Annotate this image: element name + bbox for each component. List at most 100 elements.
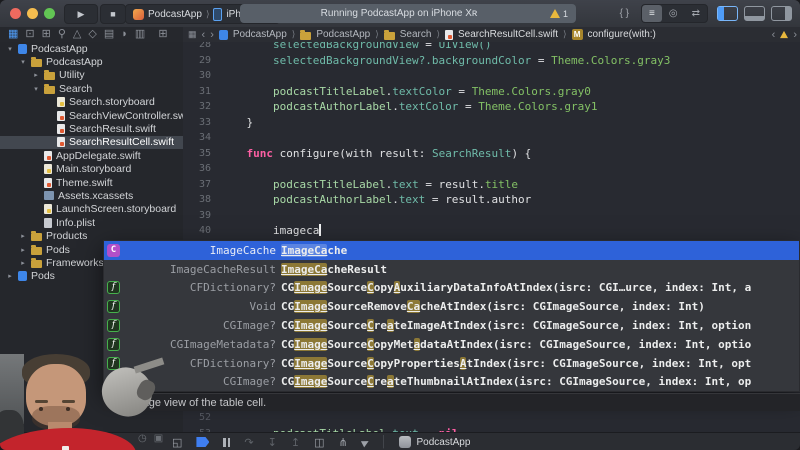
memory-graph-icon[interactable]: ⋔: [338, 436, 347, 449]
breakpoint-navigator-icon[interactable]: ◗: [121, 27, 128, 42]
sidebar-item-theme-swift[interactable]: Theme.swift: [0, 176, 183, 189]
source-control-navigator-icon[interactable]: ⊡: [25, 27, 34, 42]
report-navigator-icon[interactable]: ▥: [135, 27, 145, 42]
stop-button[interactable]: ■: [100, 4, 126, 24]
running-process-label[interactable]: PodcastApp: [416, 437, 470, 448]
crumb-searchresultcell-swift[interactable]: SearchResultCell.swift: [458, 29, 558, 40]
version-editor-button[interactable]: ⇄: [685, 5, 707, 22]
sidebar-item-podcastapp[interactable]: ▾ PodcastApp: [0, 42, 183, 55]
simulate-location-icon[interactable]: ▶: [360, 436, 371, 449]
debug-navigator-icon[interactable]: ▤: [104, 27, 114, 42]
sidebar-item-info-plist[interactable]: Info.plist: [0, 216, 183, 229]
token: textColor: [392, 84, 452, 98]
play-icon: ▶: [77, 9, 85, 19]
name-part: C: [367, 281, 374, 295]
sidebar-item-search[interactable]: ▾ Search: [0, 82, 183, 95]
related-items-icon[interactable]: ▦: [188, 29, 197, 40]
disclosure-closed-icon[interactable]: ▸: [19, 259, 27, 267]
standard-editor-button[interactable]: ≡: [642, 5, 662, 22]
name-part: Ca: [406, 300, 421, 314]
project-navigator-icon[interactable]: ▦: [8, 27, 18, 42]
back-button[interactable]: ‹: [202, 29, 206, 41]
name-part: opy: [373, 281, 394, 295]
warning-icon[interactable]: [549, 9, 560, 18]
sidebar-item-appdelegate-swift[interactable]: AppDelegate.swift: [0, 149, 183, 162]
disclosure-closed-icon[interactable]: ▸: [6, 272, 14, 280]
name-part: CG: [281, 375, 295, 389]
chevron-right-icon: ⟩: [375, 29, 379, 39]
file-label: Theme.swift: [56, 176, 113, 189]
sidebar-item-searchviewcontroller-swift[interactable]: SearchViewController.swift: [0, 109, 183, 122]
sidebar-item-podcastapp[interactable]: ▾ PodcastApp: [0, 55, 183, 68]
step-into-icon[interactable]: ↧: [268, 436, 277, 449]
sidebar-item-assets-xcassets[interactable]: Assets.xcassets: [0, 189, 183, 202]
code-review-button[interactable]: { }: [613, 5, 636, 22]
view-hierarchy-icon[interactable]: ◫: [314, 436, 324, 449]
completion-row-4[interactable]: f CGImage? CGImageSourceCreateImageAtIndex…: [104, 316, 799, 335]
filter-icon[interactable]: ▣: [154, 433, 163, 444]
completion-name: CGImageSourceCopyPropertiesAtIndex(isrc:…: [281, 356, 751, 370]
symbol-navigator-icon[interactable]: ⊞: [42, 27, 51, 42]
disclosure-open-icon[interactable]: ▾: [32, 85, 40, 93]
completion-type: CGImageMetadata?: [170, 337, 276, 351]
grid-icon[interactable]: ⊞: [158, 27, 167, 42]
step-over-icon[interactable]: ↷: [244, 436, 253, 449]
name-part: CG: [281, 300, 295, 314]
sidebar-item-main-storyboard[interactable]: Main.storyboard: [0, 163, 183, 176]
completion-row-6[interactable]: f CFDictionary? CGImageSourceCopyPropertie…: [104, 354, 799, 373]
crumb-configure-with[interactable]: configure(with:): [588, 29, 656, 40]
warning-count[interactable]: 1: [563, 9, 568, 19]
toggle-inspectors-button[interactable]: [771, 6, 792, 21]
line-number: 37: [198, 178, 211, 190]
assistant-editor-button[interactable]: ◎: [662, 5, 685, 22]
issue-navigator-icon[interactable]: △: [73, 27, 81, 42]
activity-status-bar: Running PodcastApp on iPhone Xʀ 1: [240, 4, 576, 23]
pause-icon[interactable]: [223, 437, 231, 447]
function-icon: f: [107, 337, 120, 351]
completion-row-1[interactable]: CImageCacheResultImageCacheResult: [104, 260, 799, 279]
run-button[interactable]: ▶: [64, 4, 98, 24]
sidebar-item-utility[interactable]: ▸ Utility: [0, 69, 183, 82]
sidebar-item-search-storyboard[interactable]: Search.storyboard: [0, 96, 183, 109]
disclosure-open-icon[interactable]: ▾: [6, 45, 14, 53]
completion-row-5[interactable]: f CGImageMetadata? CGImageSourceCopyMetada…: [104, 335, 799, 354]
warning-icon[interactable]: [780, 30, 789, 39]
disclosure-open-icon[interactable]: ▾: [19, 58, 27, 66]
forward-button[interactable]: ›: [210, 29, 214, 41]
toggle-debug-area-button[interactable]: [744, 6, 765, 21]
completion-row-0[interactable]: C ImageCache ImageCache: [104, 241, 799, 260]
clock-icon[interactable]: ◷: [138, 433, 147, 444]
zoom-window-button[interactable]: [44, 8, 55, 19]
completion-row-7[interactable]: f CGImage? CGImageSourceCreateThumbnailAtI…: [104, 373, 799, 392]
sidebar-item-searchresultcell-swift[interactable]: SearchResultCell.swift: [0, 135, 183, 150]
completion-name: CGImageSourceCreateThumbnailAtIndex(isrc…: [281, 375, 751, 389]
completion-row-2[interactable]: f CFDictionary? CGImageSourceCopyAuxiliary…: [104, 279, 799, 298]
crumb-podcastapp[interactable]: PodcastApp: [233, 29, 287, 40]
close-window-button[interactable]: [10, 8, 21, 19]
sidebar-item-searchresult-swift[interactable]: SearchResult.swift: [0, 122, 183, 135]
hide-debug-area-icon[interactable]: ◱: [172, 436, 182, 449]
crumb-search[interactable]: Search: [400, 29, 432, 40]
test-navigator-icon[interactable]: ◇: [88, 27, 96, 42]
disclosure-closed-icon[interactable]: ▸: [19, 232, 27, 240]
token: =: [458, 100, 479, 113]
step-out-icon[interactable]: ↥: [291, 436, 300, 449]
breakpoints-toggle-icon[interactable]: [196, 437, 210, 447]
disclosure-closed-icon[interactable]: ▸: [32, 71, 40, 79]
toggle-navigator-button[interactable]: [717, 6, 738, 21]
find-navigator-icon[interactable]: ⚲: [58, 27, 66, 42]
previous-issue-button[interactable]: ‹: [772, 29, 776, 41]
completion-row-3[interactable]: f Void CGImageSourceRemoveCacheAtIndex(isr…: [104, 297, 799, 316]
f-left-fill: [718, 7, 724, 20]
minimize-window-button[interactable]: [27, 8, 38, 19]
app-icon: [399, 436, 412, 448]
disclosure-closed-icon[interactable]: ▸: [19, 246, 27, 254]
token: selectedBackgroundView?.backgroundColor: [220, 53, 532, 67]
crumb-podcastapp[interactable]: PodcastApp: [316, 29, 370, 40]
sidebar-item-launchscreen-storyboard[interactable]: LaunchScreen.storyboard: [0, 203, 183, 216]
breadcrumb: PodcastApp ⟩ PodcastApp ⟩ Search ⟩ SearchResul…: [218, 29, 656, 40]
swift-icon: [57, 124, 65, 135]
next-issue-button[interactable]: ›: [793, 29, 797, 41]
file-label: SearchViewController.swift: [69, 109, 184, 122]
